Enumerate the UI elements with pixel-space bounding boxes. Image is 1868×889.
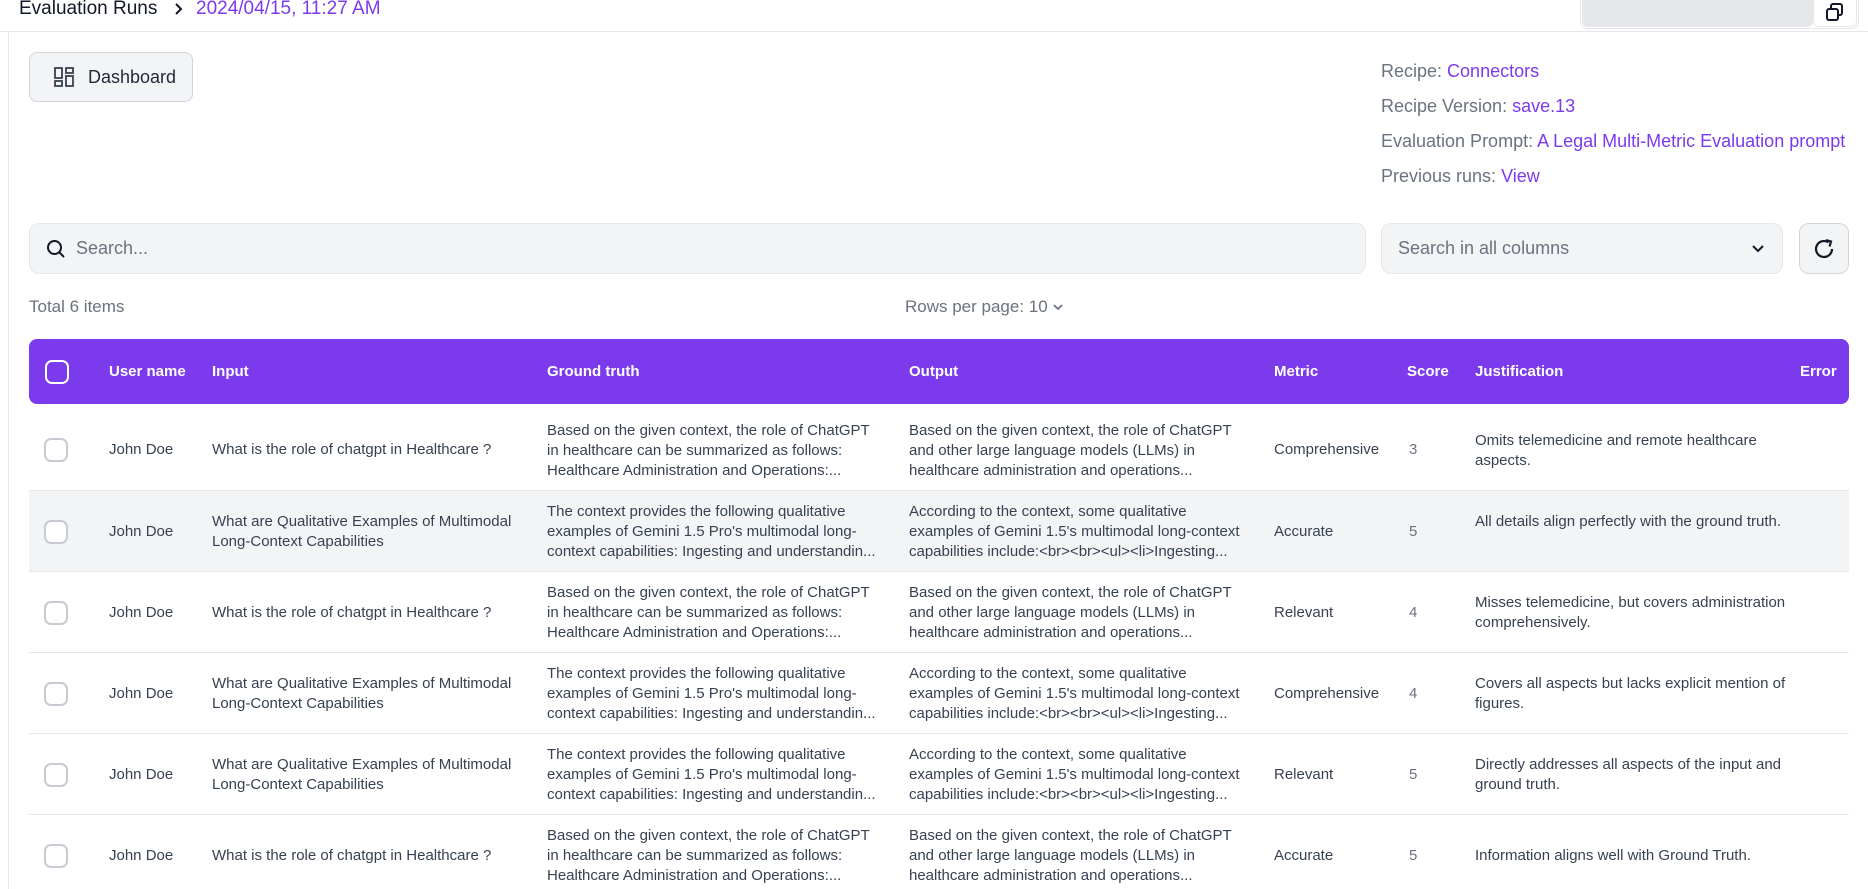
chevron-down-icon bbox=[1053, 304, 1063, 311]
header-input[interactable]: Input bbox=[212, 363, 249, 380]
rows-per-page-select[interactable]: Rows per page: 10 bbox=[905, 297, 1064, 317]
cell-justification: Omits telemedicine and remote healthcare… bbox=[1475, 432, 1757, 469]
cell-input: What are Qualitative Examples of Multimo… bbox=[212, 756, 512, 793]
cell-ground-truth: Based on the given context, the role of … bbox=[547, 422, 870, 479]
top-input[interactable] bbox=[1582, 0, 1813, 27]
table-row[interactable]: John Doe What is the role of chatgpt in … bbox=[29, 410, 1849, 491]
cell-user: John Doe bbox=[109, 847, 174, 864]
cell-output: Based on the given context, the role of … bbox=[909, 584, 1232, 641]
cell-input: What is the role of chatgpt in Healthcar… bbox=[212, 604, 492, 621]
rows-per-page-label: Rows per page: 10 bbox=[905, 297, 1048, 316]
column-select[interactable]: Search in all columns bbox=[1381, 223, 1783, 274]
cell-user: John Doe bbox=[109, 685, 174, 702]
cell-user: John Doe bbox=[109, 604, 174, 621]
cell-ground-truth: The context provides the following quali… bbox=[547, 503, 876, 560]
breadcrumb-root[interactable]: Evaluation Runs bbox=[19, 0, 157, 20]
chevron-down-icon bbox=[1752, 245, 1764, 253]
chevron-right-icon bbox=[175, 3, 183, 15]
cell-ground-truth: Based on the given context, the role of … bbox=[547, 827, 870, 884]
prompt-link[interactable]: A Legal Multi-Metric Evaluation prompt bbox=[1537, 131, 1845, 151]
total-items: Total 6 items bbox=[29, 297, 125, 316]
cell-score: 4 bbox=[1409, 685, 1418, 702]
cell-score: 5 bbox=[1409, 766, 1418, 783]
cell-input: What is the role of chatgpt in Healthcar… bbox=[212, 847, 492, 864]
header-user[interactable]: User name bbox=[109, 363, 186, 380]
cell-input: What are Qualitative Examples of Multimo… bbox=[212, 513, 512, 550]
table-row[interactable]: John Doe What are Qualitative Examples o… bbox=[29, 653, 1849, 734]
table-row[interactable]: John Doe What is the role of chatgpt in … bbox=[29, 815, 1849, 889]
cell-justification: All details align perfectly with the gro… bbox=[1475, 513, 1781, 530]
dashboard-button[interactable]: Dashboard bbox=[29, 52, 193, 102]
cell-input: What is the role of chatgpt in Healthcar… bbox=[212, 441, 492, 458]
column-select-value: Search in all columns bbox=[1398, 238, 1570, 258]
cell-output: According to the context, some qualitati… bbox=[909, 503, 1240, 560]
cell-metric: Comprehensive bbox=[1274, 685, 1380, 702]
cell-output: According to the context, some qualitati… bbox=[909, 665, 1240, 722]
dashboard-icon bbox=[54, 67, 74, 87]
cell-output: Based on the given context, the role of … bbox=[909, 422, 1232, 479]
recipe-info: Recipe: Connectors Recipe Version: save.… bbox=[1381, 54, 1845, 194]
cell-justification: Covers all aspects but lacks explicit me… bbox=[1475, 675, 1786, 712]
header-ground-truth[interactable]: Ground truth bbox=[547, 363, 639, 380]
table-row[interactable]: John Doe What are Qualitative Examples o… bbox=[29, 734, 1849, 815]
row-checkbox[interactable] bbox=[44, 438, 68, 462]
cell-input: What are Qualitative Examples of Multimo… bbox=[212, 675, 512, 712]
dashboard-label: Dashboard bbox=[88, 66, 177, 87]
cell-ground-truth: The context provides the following quali… bbox=[547, 746, 876, 803]
cell-justification: Directly addresses all aspects of the in… bbox=[1475, 756, 1781, 793]
previous-runs-link[interactable]: View bbox=[1501, 166, 1540, 186]
refresh-icon bbox=[1814, 238, 1834, 258]
header-error[interactable]: Error bbox=[1800, 363, 1837, 380]
cell-user: John Doe bbox=[109, 523, 174, 540]
recipe-link[interactable]: Connectors bbox=[1447, 61, 1539, 81]
cell-output: Based on the given context, the role of … bbox=[909, 827, 1232, 884]
row-checkbox[interactable] bbox=[44, 763, 68, 787]
copy-icon bbox=[1826, 2, 1843, 21]
refresh-button[interactable] bbox=[1799, 223, 1849, 274]
recipe-label: Recipe: bbox=[1381, 61, 1443, 81]
cell-score: 5 bbox=[1409, 523, 1418, 540]
cell-user: John Doe bbox=[109, 441, 174, 458]
cell-metric: Accurate bbox=[1274, 847, 1334, 864]
search-input[interactable] bbox=[76, 238, 1276, 259]
header-output[interactable]: Output bbox=[909, 363, 958, 380]
search-icon bbox=[47, 239, 65, 258]
cell-score: 5 bbox=[1409, 847, 1418, 864]
cell-ground-truth: The context provides the following quali… bbox=[547, 665, 876, 722]
table-header: User name Input Ground truth Output Metr… bbox=[29, 339, 1849, 404]
cell-justification: Misses telemedicine, but covers administ… bbox=[1475, 594, 1786, 631]
copy-button[interactable] bbox=[1813, 0, 1857, 27]
breadcrumb-current: 2024/04/15, 11:27 AM bbox=[196, 0, 381, 19]
cell-metric: Relevant bbox=[1274, 766, 1334, 783]
table-row[interactable]: John Doe What are Qualitative Examples o… bbox=[29, 491, 1849, 572]
cell-output: According to the context, some qualitati… bbox=[909, 746, 1240, 803]
top-bar: Evaluation Runs 2024/04/15, 11:27 AM bbox=[0, 0, 1868, 32]
cell-metric: Comprehensive bbox=[1274, 441, 1380, 458]
header-justification[interactable]: Justification bbox=[1475, 363, 1563, 380]
cell-metric: Relevant bbox=[1274, 604, 1334, 621]
previous-runs-label: Previous runs: bbox=[1381, 166, 1497, 186]
cell-user: John Doe bbox=[109, 766, 174, 783]
row-checkbox[interactable] bbox=[44, 844, 68, 868]
prompt-label: Evaluation Prompt: bbox=[1381, 131, 1534, 151]
cell-metric: Accurate bbox=[1274, 523, 1334, 540]
cell-score: 3 bbox=[1409, 441, 1418, 458]
header-score[interactable]: Score bbox=[1407, 363, 1449, 380]
cell-ground-truth: Based on the given context, the role of … bbox=[547, 584, 870, 641]
row-checkbox[interactable] bbox=[44, 601, 68, 625]
select-all-checkbox[interactable] bbox=[45, 360, 69, 384]
version-label: Recipe Version: bbox=[1381, 96, 1508, 116]
cell-score: 4 bbox=[1409, 604, 1418, 621]
version-link[interactable]: save.13 bbox=[1512, 96, 1575, 116]
row-checkbox[interactable] bbox=[44, 520, 68, 544]
row-checkbox[interactable] bbox=[44, 682, 68, 706]
header-metric[interactable]: Metric bbox=[1274, 363, 1318, 380]
cell-justification: Information aligns well with Ground Trut… bbox=[1475, 847, 1751, 864]
search-box bbox=[29, 223, 1366, 274]
table-row[interactable]: John Doe What is the role of chatgpt in … bbox=[29, 572, 1849, 653]
